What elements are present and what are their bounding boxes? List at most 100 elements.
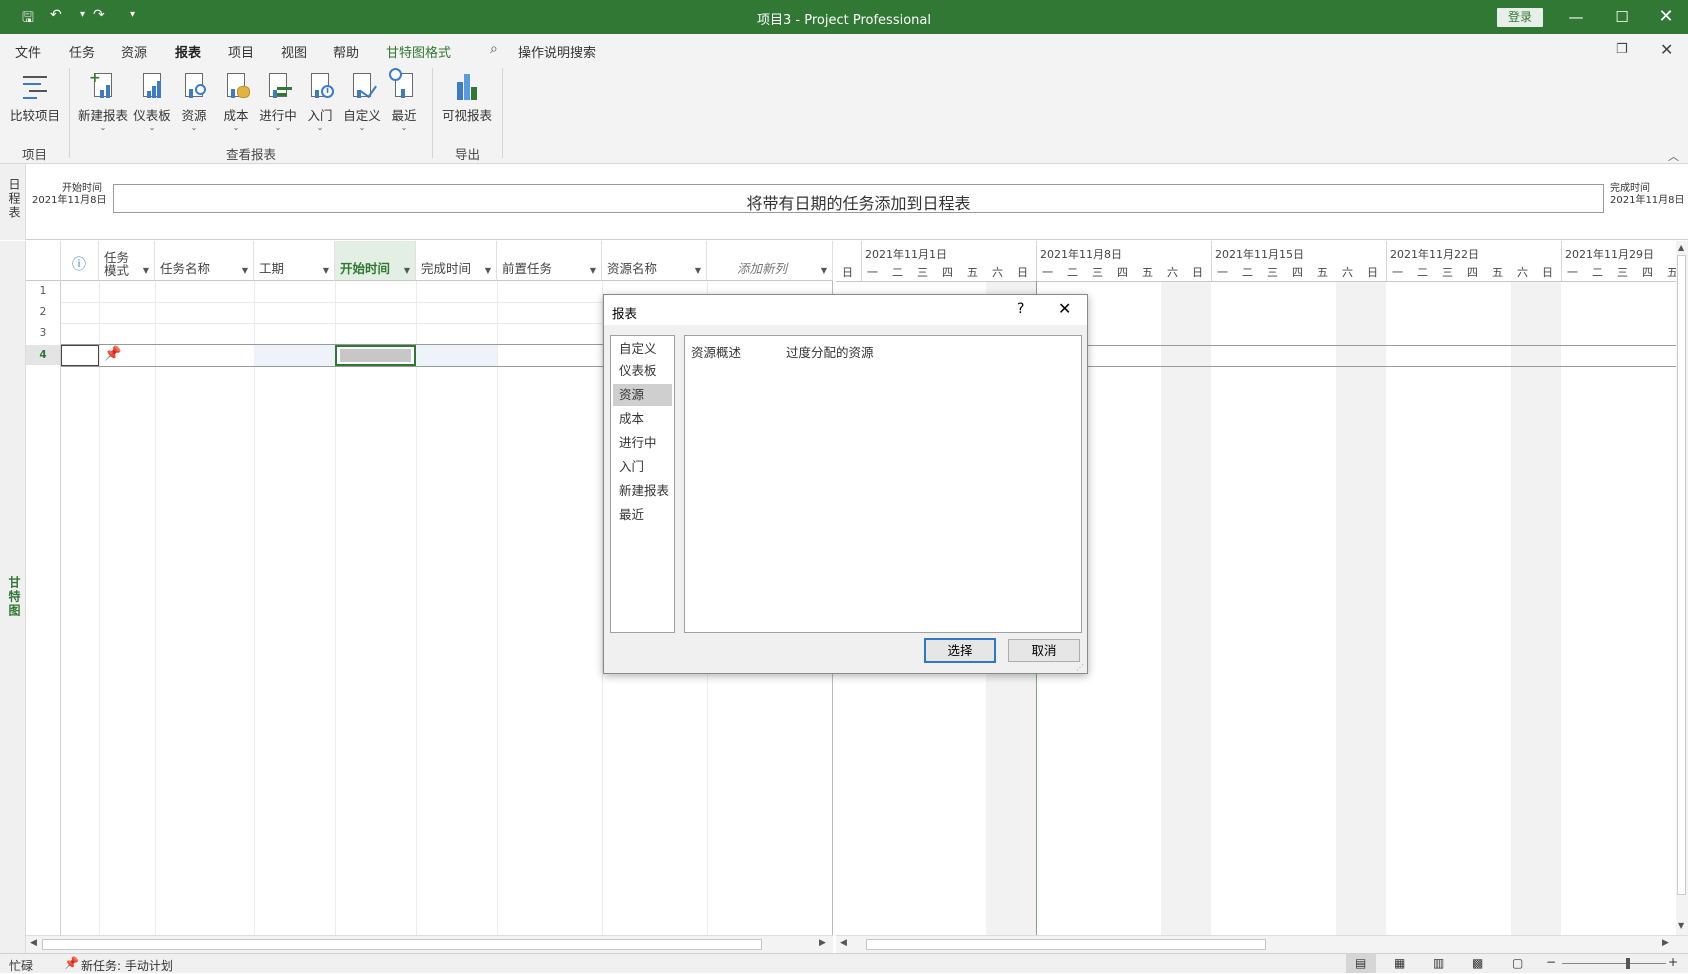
duration-cell[interactable]	[254, 345, 335, 366]
option-overallocated-resources[interactable]: 过度分配的资源	[786, 342, 874, 361]
scroll-thumb[interactable]	[42, 939, 762, 950]
category-resources[interactable]: 资源	[613, 384, 672, 406]
option-resource-overview[interactable]: 资源概述	[691, 342, 741, 361]
weekend-shading	[1336, 281, 1386, 935]
group-separator	[69, 68, 70, 158]
tab-report[interactable]: 报表	[175, 42, 202, 68]
zoom-out-icon[interactable]: −	[1546, 955, 1556, 969]
category-costs[interactable]: 成本	[613, 408, 672, 430]
category-new-report[interactable]: 新建报表	[613, 480, 672, 502]
report-view-icon[interactable]: ▢	[1512, 956, 1523, 970]
title-bar: 🖫 ↶ ▾ ↷ ▾ 项目3 - Project Professional 登录 …	[0, 0, 1688, 34]
chevron-down-icon[interactable]: ▼	[323, 266, 329, 275]
scroll-right-icon[interactable]: ▶	[819, 938, 826, 948]
scroll-thumb[interactable]	[866, 939, 1266, 950]
custom-report-button[interactable]: 自定义 ⌄	[342, 70, 382, 140]
row-number[interactable]: 3	[26, 323, 61, 343]
column-predecessors[interactable]: 前置任务 ▼	[497, 241, 602, 281]
collapse-ribbon-icon[interactable]: ︿	[1668, 148, 1679, 164]
start-cell-selected[interactable]	[335, 345, 416, 366]
dialog-close-icon[interactable]: ✕	[1058, 299, 1071, 318]
scroll-right-icon[interactable]: ▶	[1662, 938, 1669, 948]
tab-project[interactable]: 项目	[228, 42, 254, 61]
zoom-in-icon[interactable]: +	[1668, 955, 1678, 969]
menu-bar: 文件 任务 资源 报表 项目 视图 帮助 甘特图格式 ⌕ 操作说明搜索 ❐ ✕	[0, 34, 1688, 68]
maximize-icon[interactable]: ☐	[1602, 5, 1642, 29]
timeline-bar[interactable]: 将带有日期的任务添加到日程表	[113, 184, 1604, 213]
resources-report-icon	[178, 70, 210, 102]
compare-projects-icon	[19, 70, 51, 102]
search-icon[interactable]: ⌕	[490, 41, 498, 57]
new-task-mode[interactable]: 新任务: 手动计划	[81, 957, 173, 974]
compare-projects-button[interactable]: 比较项目	[8, 70, 62, 140]
column-resource-names[interactable]: 资源名称 ▼	[602, 241, 707, 281]
chevron-down-icon[interactable]: ▼	[485, 266, 491, 275]
status-mode: 忙碌	[9, 959, 34, 973]
chevron-down-icon[interactable]: ▼	[590, 266, 596, 275]
visual-reports-button[interactable]: 可视报表	[440, 70, 494, 140]
column-indicators[interactable]: ⓘ	[61, 241, 99, 281]
category-getting-started[interactable]: 入门	[613, 456, 672, 478]
day-header: 日	[842, 266, 853, 279]
in-progress-report-button[interactable]: 进行中 ⌄	[258, 70, 298, 140]
zoom-slider-thumb[interactable]	[1626, 958, 1630, 969]
column-task-mode[interactable]: 任务 模式 ▼	[99, 241, 155, 281]
gantt-side-tab[interactable]: 甘特图	[0, 241, 26, 953]
tab-resource[interactable]: 资源	[121, 42, 147, 61]
resource-sheet-icon[interactable]: ▩	[1472, 956, 1483, 970]
login-button[interactable]: 登录	[1497, 8, 1543, 27]
team-planner-icon[interactable]: ▥	[1433, 956, 1444, 970]
row-number-selected[interactable]: 4	[26, 345, 61, 365]
table-horizontal-scrollbar[interactable]: ◀ ▶	[26, 935, 833, 953]
chevron-down-icon[interactable]: ▼	[404, 266, 410, 275]
day-header: 一	[1042, 266, 1053, 279]
chart-header-divider	[836, 281, 1676, 282]
tab-file[interactable]: 文件	[15, 42, 41, 61]
category-recent[interactable]: 最近	[613, 504, 672, 526]
chevron-down-icon[interactable]: ▼	[242, 266, 248, 275]
chart-horizontal-scrollbar[interactable]: ◀ ▶	[836, 935, 1688, 953]
recent-report-button[interactable]: 最近 ⌄	[388, 68, 420, 140]
row-number[interactable]: 2	[26, 302, 61, 322]
select-all-corner[interactable]	[26, 241, 61, 281]
chevron-down-icon[interactable]: ▼	[821, 266, 827, 275]
scroll-left-icon[interactable]: ◀	[30, 938, 37, 948]
new-report-button[interactable]: + 新建报表 ⌄	[78, 70, 128, 140]
column-start[interactable]: 开始时间 ▼	[335, 241, 416, 281]
finish-cell[interactable]	[416, 345, 497, 366]
tab-help[interactable]: 帮助	[333, 42, 359, 61]
tab-view[interactable]: 视图	[281, 42, 307, 61]
tab-gantt-format[interactable]: 甘特图格式	[386, 42, 451, 61]
column-finish[interactable]: 完成时间 ▼	[416, 241, 497, 281]
vertical-scrollbar[interactable]: ▲ ▼	[1676, 241, 1688, 935]
tell-me-search[interactable]: 操作说明搜索	[518, 42, 596, 61]
row-number[interactable]: 1	[26, 281, 61, 301]
day-header: 四	[1642, 266, 1653, 279]
close-document-icon[interactable]: ✕	[1660, 40, 1673, 59]
category-custom[interactable]: 自定义	[613, 338, 672, 360]
chevron-down-icon[interactable]: ▼	[695, 266, 701, 275]
task-usage-icon[interactable]: ▦	[1394, 956, 1405, 970]
column-add-new[interactable]: 添加新列 ▼	[707, 241, 833, 281]
column-task-name[interactable]: 任务名称 ▼	[155, 241, 254, 281]
timeline-side-tab[interactable]: 日程表	[0, 164, 26, 240]
column-duration[interactable]: 工期 ▼	[254, 241, 335, 281]
category-in-progress[interactable]: 进行中	[613, 432, 672, 454]
scroll-left-icon[interactable]: ◀	[840, 938, 847, 948]
costs-report-button[interactable]: 成本 ⌄	[218, 70, 254, 140]
tab-task[interactable]: 任务	[69, 42, 95, 61]
chevron-down-icon[interactable]: ▼	[143, 266, 149, 275]
zoom-slider[interactable]	[1562, 963, 1666, 964]
dashboard-button[interactable]: 仪表板 ⌄	[132, 70, 172, 140]
category-dashboards[interactable]: 仪表板	[613, 360, 672, 382]
minimize-icon[interactable]: —	[1556, 5, 1596, 29]
resize-grip-icon[interactable]: ⋰	[1076, 663, 1084, 672]
restore-window-icon[interactable]: ❐	[1616, 42, 1628, 57]
resources-report-button[interactable]: 资源 ⌄	[176, 70, 212, 140]
help-icon[interactable]: ?	[1017, 301, 1024, 317]
select-button[interactable]: 选择	[924, 638, 996, 663]
indicator-cell[interactable]	[61, 345, 99, 366]
getting-started-button[interactable]: i 入门 ⌄	[304, 70, 336, 140]
close-icon[interactable]: ✕	[1646, 5, 1686, 29]
cancel-button[interactable]: 取消	[1008, 639, 1080, 662]
